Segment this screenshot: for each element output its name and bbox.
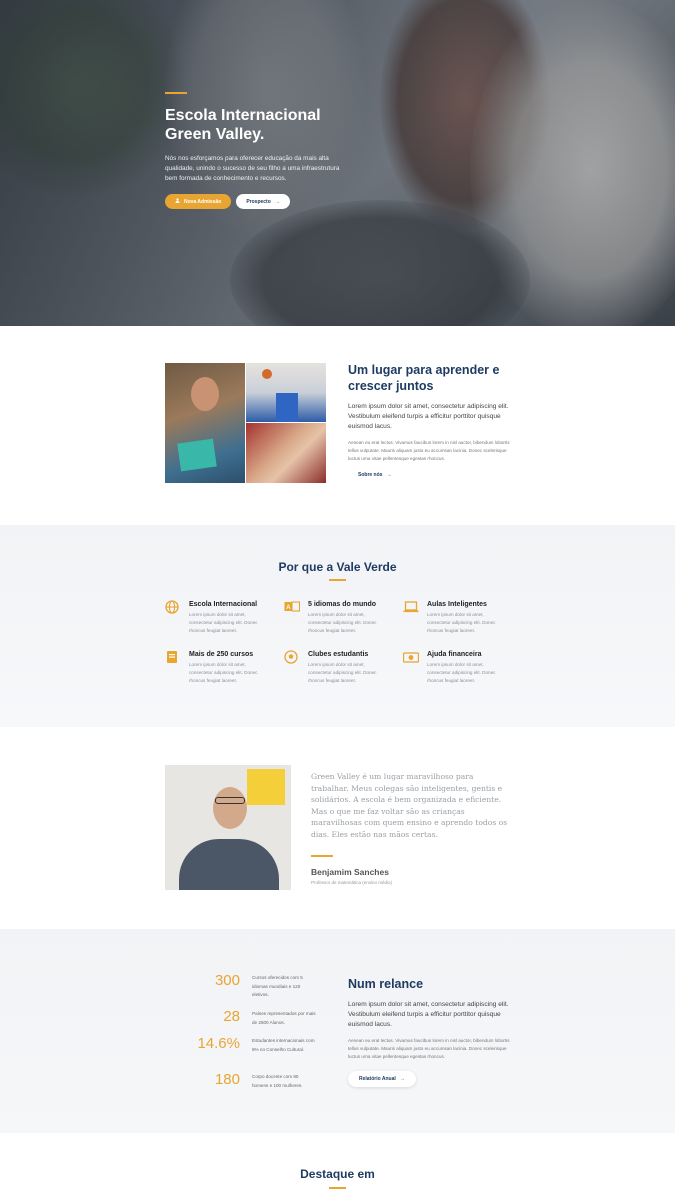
arrow-right-icon: →: [399, 1076, 405, 1082]
testimonial-role: Professor de matemática (ensino médio): [311, 880, 393, 885]
stat-text: Estudantes internacionais com 6% no Cons…: [252, 1038, 315, 1052]
glance-body: Aenean eu erat lectus. Vivamus faucibus …: [348, 1038, 510, 1059]
basketball-photo: [246, 363, 326, 422]
about-body: Aenean eu erat lectus. Vivamus faucibus …: [348, 440, 510, 461]
featured-accent-line: [329, 1187, 346, 1189]
about-text: Um lugar para aprender e crescer juntos …: [348, 362, 510, 481]
admission-button-label: Nova Admissão: [184, 198, 222, 205]
hero-buttons: Nova Admissão Prospecto →: [165, 194, 340, 209]
testimonial-quote: Green Valley é um lugar maravilhoso para…: [311, 772, 508, 839]
globe-icon: [165, 600, 179, 614]
laptop-icon: [403, 600, 419, 614]
stat-value: 28: [223, 1008, 240, 1025]
arrow-right-icon: →: [274, 198, 280, 205]
football-icon: [284, 650, 298, 664]
why-title: Por que a Vale Verde: [278, 560, 397, 574]
feature-title: Mais de 250 cursos: [189, 651, 254, 658]
glance-section: 300 Cursos oferecidos com 5 idiomas mund…: [0, 929, 675, 1133]
hero-title: Escola Internacional Green Valley.: [165, 107, 321, 143]
about-title: Um lugar para aprender e crescer juntos: [348, 363, 500, 393]
feature-title: 5 idiomas do mundo: [308, 601, 377, 608]
photo-collage: [165, 363, 326, 483]
prospectus-button-label: Prospecto: [246, 198, 271, 205]
stat-value: 300: [214, 972, 240, 989]
stat-text: Países representados por mais de 2500 Al…: [252, 1011, 316, 1025]
money-icon: [402, 650, 420, 664]
stat-value: 180: [214, 1071, 240, 1088]
about-section: Um lugar para aprender e crescer juntos …: [0, 326, 675, 525]
feature-title: Escola Internacional: [189, 601, 258, 608]
admission-button[interactable]: Nova Admissão: [165, 194, 232, 209]
team-hands-photo: [246, 423, 326, 483]
hero-section: Escola Internacional Green Valley. Nós n…: [0, 0, 675, 326]
language-icon: A: [284, 600, 301, 614]
about-link-label: Sobre nós: [358, 472, 383, 478]
why-accent-line: [329, 579, 346, 581]
feature-text: Lorem ipsum dolor sit amet, consectetur …: [308, 612, 377, 633]
page: Escola Internacional Green Valley. Nós n…: [0, 0, 675, 1201]
feature-text: Lorem ipsum dolor sit amet, consectetur …: [189, 662, 258, 683]
prospectus-button[interactable]: Prospecto →: [236, 194, 290, 209]
svg-text:A: A: [286, 605, 291, 611]
about-lead: Lorem ipsum dolor sit amet, consectetur …: [348, 403, 509, 430]
feature-text: Lorem ipsum dolor sit amet, consectetur …: [308, 662, 377, 683]
user-icon: [175, 198, 180, 205]
glance-title: Num relance: [348, 977, 424, 991]
testimonial-section: Green Valley é um lugar maravilhoso para…: [0, 727, 675, 929]
testimonial-name: Benjamim Sanches: [311, 867, 389, 877]
featured-title: Destaque em: [300, 1167, 375, 1181]
teacher-portrait: [165, 765, 291, 890]
arrow-right-icon: →: [386, 472, 392, 478]
feature-text: Lorem ipsum dolor sit amet, consectetur …: [427, 662, 496, 683]
stat-text: Corpo docente com 80 homens e 100 mulher…: [252, 1074, 303, 1088]
feature-text: Lorem ipsum dolor sit amet, consectetur …: [189, 612, 258, 633]
student-with-book-photo: [165, 363, 245, 483]
feature-title: Aulas Inteligentes: [427, 601, 487, 608]
feature-title: Clubes estudantis: [308, 651, 369, 658]
stat-text: Cursos oferecidos com 5 idiomas mundiais…: [252, 975, 303, 998]
book-icon: [165, 650, 179, 664]
glance-text: Num relance Lorem ipsum dolor sit amet, …: [348, 976, 510, 1087]
why-section: Por que a Vale Verde Escola Internaciona…: [0, 525, 675, 727]
featured-section: Destaque em: [0, 1133, 675, 1201]
stat-value: 14.6%: [197, 1035, 240, 1052]
hero-accent-line: [165, 92, 187, 94]
feature-title: Ajuda financeira: [427, 651, 482, 658]
about-link[interactable]: Sobre nós →: [348, 472, 391, 478]
annual-report-button-label: Relatório Anual: [359, 1076, 396, 1082]
testimonial-accent-line: [311, 855, 333, 857]
hero-text: Nós nos esforçamos para oferecer educaçã…: [165, 155, 340, 182]
feature-text: Lorem ipsum dolor sit amet, consectetur …: [427, 612, 496, 633]
hero-content: Escola Internacional Green Valley. Nós n…: [165, 92, 340, 209]
glance-lead: Lorem ipsum dolor sit amet, consectetur …: [348, 1001, 509, 1028]
annual-report-button[interactable]: Relatório Anual →: [348, 1071, 416, 1087]
